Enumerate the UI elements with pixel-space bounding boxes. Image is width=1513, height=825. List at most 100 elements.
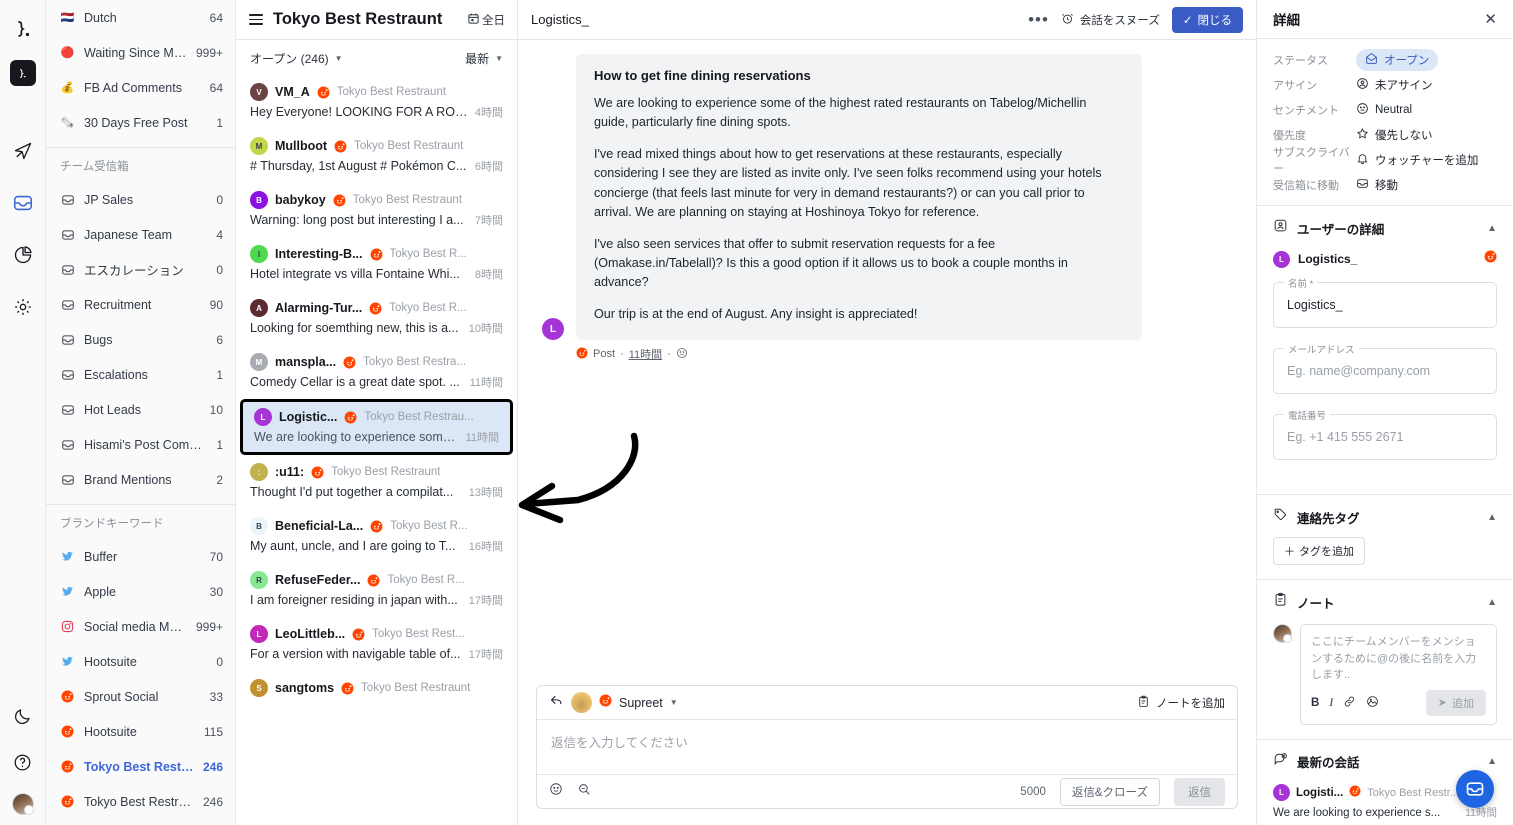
sidebar-item-label: Brand Mentions [84, 472, 172, 487]
reply-input[interactable]: 返信を入力してください [537, 720, 1237, 774]
status-filter-dropdown[interactable]: オープン (246) ▼ [250, 50, 343, 67]
logo-icon[interactable] [8, 14, 38, 44]
chevron-up-icon[interactable]: ▲ [1487, 597, 1497, 608]
detail-field[interactable]: 名前 * Logistics_ [1273, 276, 1497, 328]
dark-mode-icon[interactable] [8, 701, 38, 731]
workspace-badge[interactable] [9, 60, 36, 86]
snooze-button[interactable]: 会話をスヌーズ [1061, 12, 1160, 28]
conversation-list-item[interactable]: L Logistic... Tokyo Best Restrau... We a… [240, 399, 513, 455]
message-time[interactable]: 11時間 [629, 346, 662, 362]
sidebar-item-tokyo-best-restraunt[interactable]: Tokyo Best Restraunt 246 [46, 784, 235, 819]
sidebar-item-hootsuite[interactable]: Hootsuite 0 [46, 644, 235, 679]
composer-footer: 5000 返信&クローズ 返信 [537, 774, 1237, 808]
conversation-item-bottom: We are looking to experience some ... 11… [254, 429, 499, 445]
sidebar-item-fb-ad-comments[interactable]: 💰 FB Ad Comments 64 [46, 70, 235, 105]
all-day-filter-button[interactable]: 全日 [467, 12, 505, 28]
conversation-list-item[interactable]: B Beneficial-La... Tokyo Best R... My au… [236, 509, 517, 563]
conversation-preview: For a version with navigable table of... [250, 647, 461, 661]
sidebar-item-30-days-free-post[interactable]: 🗞️ 30 Days Free Post 1 [46, 105, 235, 140]
message-title: How to get fine dining reservations [594, 68, 811, 83]
sort-dropdown[interactable]: 最新 ▼ [465, 50, 503, 67]
add-note-button[interactable]: ノートを追加 [1137, 695, 1225, 711]
sidebar-item-recruitment[interactable]: Recruitment 90 [46, 287, 235, 322]
sidebar-item-waiting-since-more-tha[interactable]: 🔴 Waiting Since More tha... 999+ [46, 35, 235, 70]
user-avatar[interactable] [11, 793, 34, 815]
conversation-list-item[interactable]: R RefuseFeder... Tokyo Best R... I am fo… [236, 563, 517, 617]
close-label: 閉じる [1197, 14, 1233, 27]
sidebar-item-sprout-social[interactable]: Sprout Social 33 [46, 679, 235, 714]
more-options-icon[interactable]: ••• [1028, 11, 1049, 28]
conversation-source: Tokyo Best Restraunt [336, 86, 447, 98]
conversation-time: 6時間 [474, 161, 503, 173]
conversation-item-top: L Logistic... Tokyo Best Restrau... [254, 408, 499, 426]
help-icon[interactable] [8, 747, 38, 777]
conversation-avatar: B [250, 517, 268, 535]
bold-icon[interactable]: B [1311, 697, 1319, 709]
reports-icon[interactable] [8, 240, 38, 270]
sidebar-item-japanese-team[interactable]: Japanese Team 4 [46, 217, 235, 252]
conversation-source: Tokyo Best R... [387, 574, 465, 586]
chevron-up-icon[interactable]: ▲ [1487, 512, 1497, 523]
emoji-reaction-icon[interactable] [676, 347, 688, 362]
detail-property-value[interactable]: 優先しない [1356, 127, 1433, 143]
sidebar-item-hot-leads[interactable]: Hot Leads 10 [46, 392, 235, 427]
sidebar-item-escalations[interactable]: Escalations 1 [46, 357, 235, 392]
conversation-source: Tokyo Best R... [390, 520, 468, 532]
sidebar-item-bugs[interactable]: Bugs 6 [46, 322, 235, 357]
sidebar-top-list: 🇳🇱 Dutch 64 🔴 Waiting Since More tha... 999+ 💰… [46, 0, 235, 140]
sidebar-item-dutch[interactable]: 🇳🇱 Dutch 64 [46, 0, 235, 35]
sidebar-item-[interactable]: エスカレーション 0 [46, 252, 235, 287]
detail-property-value[interactable]: ウォッチャーを追加 [1356, 152, 1478, 168]
menu-icon[interactable] [249, 14, 263, 25]
italic-icon[interactable]: I [1329, 697, 1333, 709]
sidebar-item-tokyo-best-restraunt[interactable]: Tokyo Best Restraunt 246 [46, 749, 235, 784]
sidebar-item-apple[interactable]: Apple 30 [46, 574, 235, 609]
recent-user: Logisti... [1296, 786, 1344, 799]
emoji-picker-icon[interactable] [549, 782, 563, 801]
add-tag-button[interactable]: ＋ タグを追加 [1273, 537, 1365, 565]
person-box-icon [1273, 218, 1288, 238]
add-note-submit-button[interactable]: ➤ 追加 [1425, 689, 1486, 716]
conversation-list-item[interactable]: S sangtoms Tokyo Best Restraunt [236, 671, 517, 709]
send-icon[interactable] [8, 136, 38, 166]
sidebar-item-buffer[interactable]: Buffer 70 [46, 539, 235, 574]
detail-property-value[interactable]: 未アサイン [1356, 77, 1433, 93]
conversation-list-item[interactable]: V VM_A Tokyo Best Restraunt Hey Everyone… [236, 75, 517, 129]
conversation-list-item[interactable]: M manspla... Tokyo Best Restra... Comedy… [236, 345, 517, 399]
reply-and-close-button[interactable]: 返信&クローズ [1059, 777, 1160, 806]
chevron-up-icon[interactable]: ▲ [1487, 756, 1497, 767]
detail-field[interactable]: メールアドレス Eg. name@company.com [1273, 342, 1497, 394]
conversation-list-item[interactable]: M Mullboot Tokyo Best Restraunt # Thursd… [236, 129, 517, 183]
detail-property-value[interactable]: Neutral [1356, 102, 1412, 118]
detail-property-value[interactable]: 移動 [1356, 177, 1398, 193]
conversation-list-item[interactable]: A Alarming-Tur... Tokyo Best R... Lookin… [236, 291, 517, 345]
chevron-down-icon[interactable]: ▼ [670, 698, 678, 707]
sidebar-item-label: Escalations [84, 367, 148, 382]
sidebar-item-social-media-marketin[interactable]: Social media Marketin... 999+ [46, 609, 235, 644]
detail-property-value[interactable]: オープン [1356, 48, 1439, 71]
settings-icon[interactable] [8, 292, 38, 322]
reply-button[interactable]: 返信 [1174, 777, 1225, 806]
reddit-icon [60, 724, 75, 739]
inbox-icon[interactable] [8, 188, 38, 218]
sidebar-item-brand-mentions[interactable]: Brand Mentions 2 [46, 462, 235, 497]
link-icon[interactable] [1343, 695, 1356, 711]
close-conversation-button[interactable]: ✓ 閉じる [1171, 6, 1243, 33]
image-icon[interactable] [1366, 695, 1379, 711]
conversation-list-item[interactable]: I Interesting-B... Tokyo Best R... Hotel… [236, 237, 517, 291]
conversation-list[interactable]: V VM_A Tokyo Best Restraunt Hey Everyone… [236, 75, 517, 825]
sidebar-item-hootsuite[interactable]: Hootsuite 115 [46, 714, 235, 749]
conversation-list-item[interactable]: L LeoLittleb... Tokyo Best Rest... For a… [236, 617, 517, 671]
sidebar-team-list: JP Sales 0 Japanese Team 4 エスカレーション 0 Recruitm… [46, 182, 235, 497]
canned-response-icon[interactable] [577, 782, 591, 801]
messenger-launcher-button[interactable] [1456, 770, 1494, 808]
chevron-up-icon[interactable]: ▲ [1487, 223, 1497, 234]
sidebar-item-jp-sales[interactable]: JP Sales 0 [46, 182, 235, 217]
reply-arrow-icon[interactable] [549, 693, 564, 713]
conversation-list-item[interactable]: : :u11: Tokyo Best Restraunt Thought I'd… [236, 455, 517, 509]
conversation-list-item[interactable]: B babykoy Tokyo Best Restraunt Warning: … [236, 183, 517, 237]
note-input-wrap[interactable]: ここにチームメンバーをメンションするために@の後に名前を入力します.. B I … [1300, 624, 1497, 725]
close-icon[interactable]: ✕ [1484, 12, 1497, 27]
sidebar-item-hisami-s-post-comments[interactable]: Hisami's Post Comments 1 [46, 427, 235, 462]
detail-field[interactable]: 電話番号 Eg. +1 415 555 2671 [1273, 408, 1497, 460]
